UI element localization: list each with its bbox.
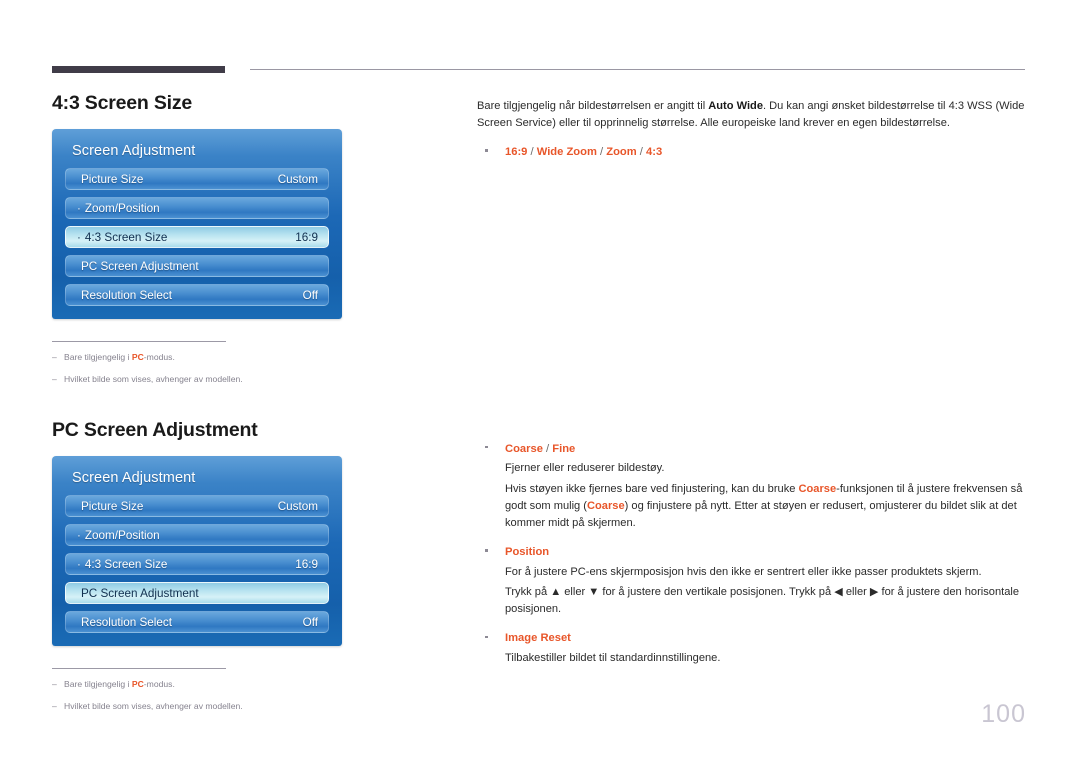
page-title-section-1: 4:3 Screen Size bbox=[52, 92, 193, 114]
page-number: 100 bbox=[981, 700, 1026, 728]
footnote-dash: – bbox=[52, 701, 57, 712]
intro-paragraph: Bare tilgjengelig når bildestørrelsen er… bbox=[477, 100, 1025, 129]
osd-row-value: Custom bbox=[277, 172, 318, 186]
section-2-left-column: PC Screen Adjustment Screen Adjustment P… bbox=[52, 419, 432, 722]
footnote-dash: – bbox=[52, 679, 57, 689]
bullet-body-line: Tilbakestiller bildet til standardinnsti… bbox=[505, 652, 721, 665]
osd-row-picture-size[interactable]: Picture Size Custom bbox=[65, 168, 329, 190]
bullet-body-line: For å justere PC-ens skjermposisjon hvis… bbox=[505, 565, 982, 578]
bullet-body: For å justere PC-ens skjermposisjon hvis… bbox=[505, 564, 1025, 619]
osd-row-4-3-screen-size[interactable]: · 4:3 Screen Size 16:9 bbox=[65, 226, 329, 248]
footnote-item: – Hvilket bilde som vises, avhenger av m… bbox=[52, 373, 243, 385]
footnote-text: Hvilket bilde som vises, avhenger av mod… bbox=[64, 701, 243, 712]
osd-row-text: PC Screen Adjustment bbox=[81, 259, 199, 273]
osd-row-bullet: · bbox=[77, 230, 81, 244]
bullet-body-line: Hvis støyen ikke fjernes bare ved finjus… bbox=[505, 482, 1023, 529]
osd-row-value: 16:9 bbox=[295, 230, 318, 244]
footnote-item: – Bare tilgjengelig i PC-modus. bbox=[52, 351, 226, 363]
bullet-heading: Image Reset bbox=[505, 632, 571, 645]
osd-row-zoom-position[interactable]: · Zoom/Position bbox=[65, 524, 329, 546]
osd-row-text: Zoom/Position bbox=[84, 528, 160, 542]
osd-row-bullet: · bbox=[77, 201, 81, 215]
bullet-image-reset: Image Reset Tilbakestiller bildet til st… bbox=[477, 630, 1025, 667]
osd-row-resolution-select[interactable]: Resolution Select Off bbox=[65, 284, 329, 306]
footnote-text: Bare tilgjengelig i PC-modus. bbox=[64, 679, 175, 689]
footnote-item: – Bare tilgjengelig i PC-modus. bbox=[52, 678, 226, 690]
osd-row-pc-screen-adjustment[interactable]: PC Screen Adjustment bbox=[65, 255, 329, 277]
osd-row-value: 16:9 bbox=[295, 557, 318, 571]
bullet-heading: Coarse / Fine bbox=[505, 442, 576, 455]
page-title-section-2: PC Screen Adjustment bbox=[52, 419, 258, 441]
osd-row-zoom-position[interactable]: · Zoom/Position bbox=[65, 197, 329, 219]
osd-row-bullet: · bbox=[77, 557, 81, 571]
bullet-body: Fjerner eller reduserer bildestøy. Hvis … bbox=[505, 460, 1025, 532]
osd-row-label: Resolution Select bbox=[77, 289, 172, 302]
right-column-content: Bare tilgjengelig når bildestørrelsen er… bbox=[477, 98, 1025, 667]
header-rule-thin bbox=[250, 69, 1025, 70]
osd-row-picture-size[interactable]: Picture Size Custom bbox=[65, 495, 329, 517]
osd-row-resolution-select[interactable]: Resolution Select Off bbox=[65, 611, 329, 633]
options-list: 16:9 / Wide Zoom / Zoom / 4:3 bbox=[505, 145, 663, 158]
footnote-text: Bare tilgjengelig i PC-modus. bbox=[64, 352, 175, 362]
osd-row-pc-screen-adjustment[interactable]: PC Screen Adjustment bbox=[65, 582, 329, 604]
osd-row-text: Zoom/Position bbox=[84, 201, 160, 215]
osd-row-text: Resolution Select bbox=[81, 288, 172, 302]
footnote-dash: – bbox=[52, 374, 57, 385]
osd-row-bullet: · bbox=[77, 528, 81, 542]
osd-row-text: PC Screen Adjustment bbox=[81, 586, 199, 600]
bullet-heading-row: Image Reset bbox=[477, 630, 1025, 647]
bullet-body-line: Trykk på ▲ eller ▼ for å justere den ver… bbox=[505, 586, 1020, 616]
osd-menu-title-1: Screen Adjustment bbox=[72, 143, 196, 159]
bullet-marker-icon bbox=[477, 144, 505, 161]
bullet-marker-icon bbox=[477, 630, 505, 647]
osd-row-4-3-screen-size[interactable]: · 4:3 Screen Size 16:9 bbox=[65, 553, 329, 575]
bullet-heading-row: Coarse / Fine bbox=[477, 441, 1025, 458]
osd-row-label: Resolution Select bbox=[77, 616, 172, 629]
footnote-text: Hvilket bilde som vises, avhenger av mod… bbox=[64, 374, 243, 385]
bullet-position: Position For å justere PC-ens skjermposi… bbox=[477, 544, 1025, 618]
bullet-body: Tilbakestiller bildet til standardinnsti… bbox=[505, 650, 1025, 667]
osd-row-label: · 4:3 Screen Size bbox=[77, 231, 167, 244]
footnote-divider bbox=[52, 341, 226, 342]
osd-row-text: Picture Size bbox=[81, 172, 144, 186]
bullet-body-line: Fjerner eller reduserer bildestøy. bbox=[505, 462, 665, 475]
bullet-marker-icon bbox=[477, 544, 505, 561]
footnote-item: – Hvilket bilde som vises, avhenger av m… bbox=[52, 700, 243, 712]
footnotes-section-2: – Bare tilgjengelig i PC-modus. – Hvilke… bbox=[52, 668, 243, 712]
bullet-heading: Position bbox=[505, 546, 550, 559]
osd-row-text: 4:3 Screen Size bbox=[84, 230, 168, 244]
osd-row-value: Custom bbox=[277, 499, 318, 513]
osd-row-value: Off bbox=[302, 288, 318, 302]
osd-row-value: Off bbox=[302, 615, 318, 629]
header-rule-thick bbox=[52, 66, 225, 73]
osd-row-label: · Zoom/Position bbox=[77, 202, 160, 215]
osd-row-label: Picture Size bbox=[77, 500, 143, 513]
osd-menu-panel-1: Screen Adjustment Picture Size Custom · Z… bbox=[52, 129, 342, 319]
bullet-coarse-fine: Coarse / Fine Fjerner eller reduserer bi… bbox=[477, 441, 1025, 533]
bullet-marker-icon bbox=[477, 441, 505, 458]
osd-row-text: Resolution Select bbox=[81, 615, 172, 629]
section-1-left-column: 4:3 Screen Size Screen Adjustment Pictur… bbox=[52, 92, 432, 395]
osd-row-label: · 4:3 Screen Size bbox=[77, 558, 167, 571]
column-spacer bbox=[477, 161, 1025, 429]
footnotes-section-1: – Bare tilgjengelig i PC-modus. – Hvilke… bbox=[52, 341, 243, 385]
footnote-dash: – bbox=[52, 352, 57, 362]
osd-row-text: Picture Size bbox=[81, 499, 144, 513]
bullet-heading-row: Position bbox=[477, 544, 1025, 561]
osd-menu-panel-2: Screen Adjustment Picture Size Custom · Z… bbox=[52, 456, 342, 646]
osd-row-label: Picture Size bbox=[77, 173, 143, 186]
osd-menu-title-2: Screen Adjustment bbox=[72, 470, 196, 486]
osd-row-label: PC Screen Adjustment bbox=[77, 260, 199, 273]
osd-row-label: · Zoom/Position bbox=[77, 529, 160, 542]
manual-page: 4:3 Screen Size Screen Adjustment Pictur… bbox=[0, 0, 1080, 763]
options-bullet-row: 16:9 / Wide Zoom / Zoom / 4:3 bbox=[477, 144, 1025, 161]
footnote-divider bbox=[52, 668, 226, 669]
osd-row-text: 4:3 Screen Size bbox=[84, 557, 168, 571]
osd-row-label: PC Screen Adjustment bbox=[77, 587, 199, 600]
